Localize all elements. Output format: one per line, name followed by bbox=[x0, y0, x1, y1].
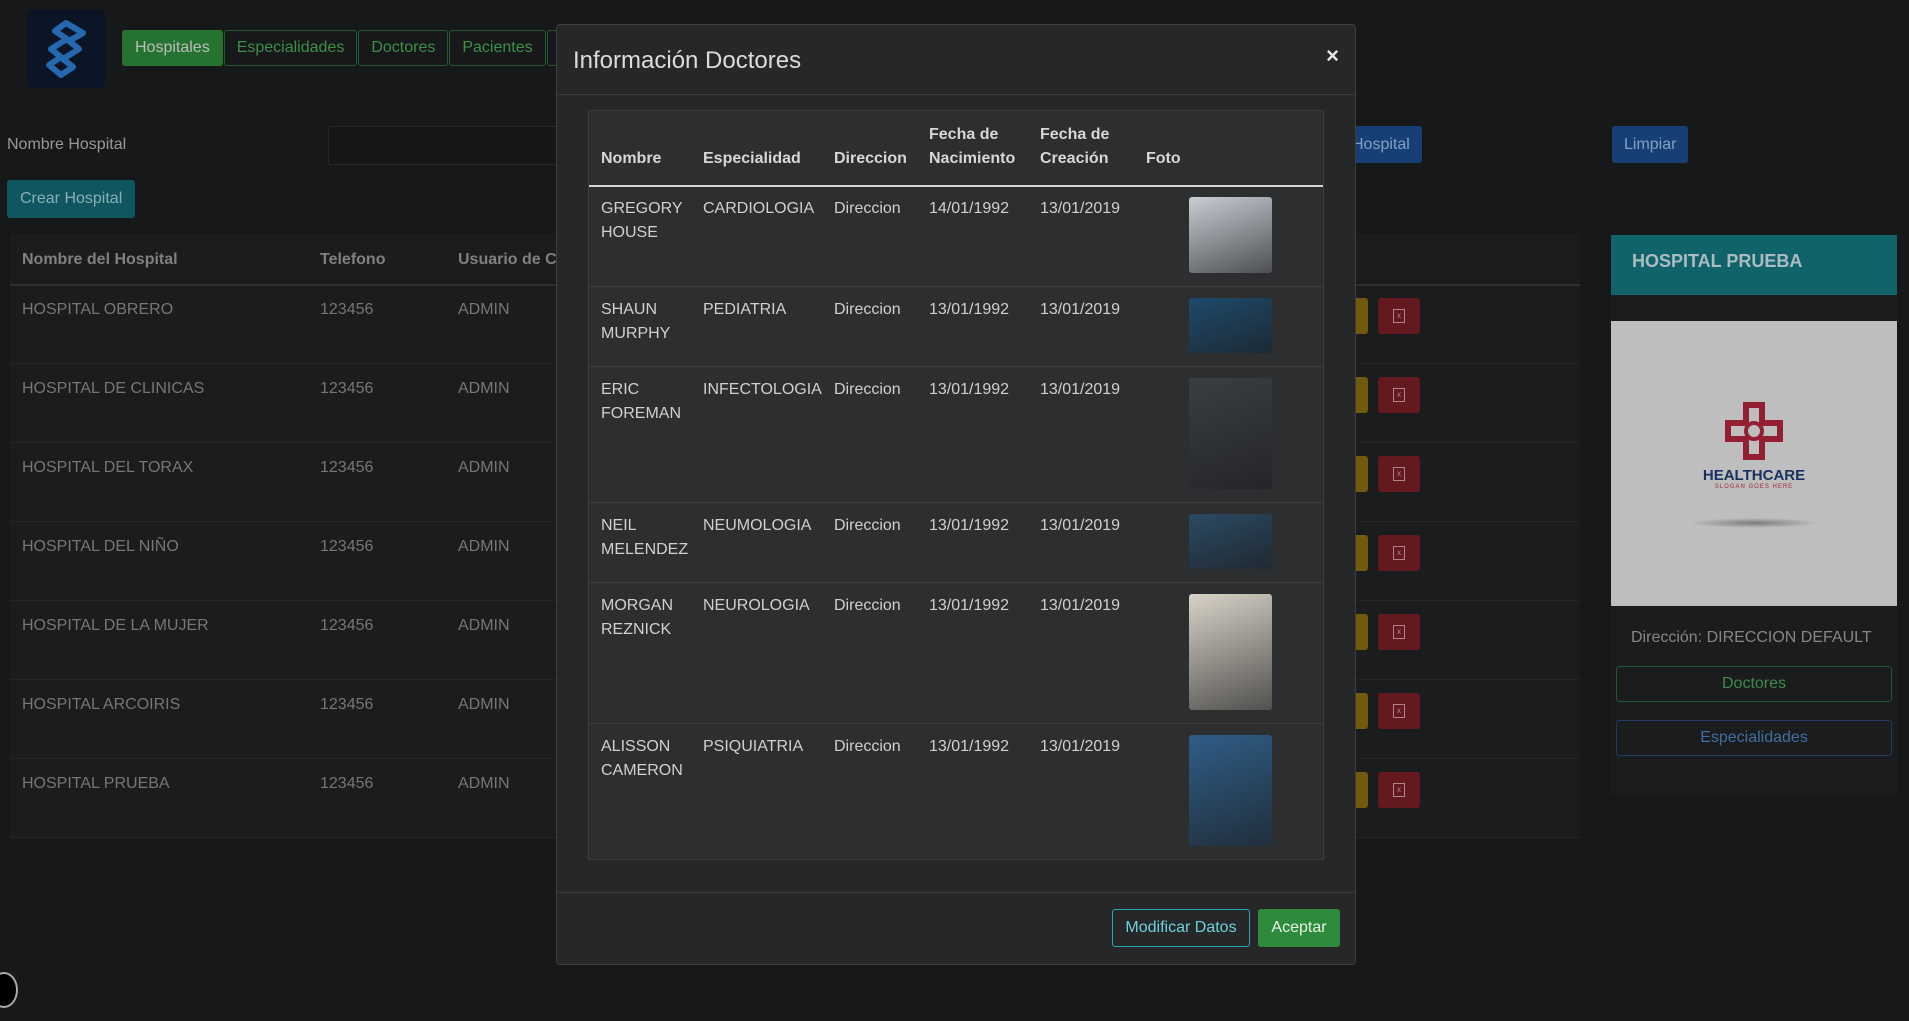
close-icon[interactable]: × bbox=[1326, 43, 1339, 69]
doctor-name-cell: NEIL MELENDEZ bbox=[601, 517, 689, 558]
doctors-table-header: Nombre Especialidad Direccion Fecha de N… bbox=[589, 111, 1323, 187]
doctor-specialty-cell: INFECTOLOGIA bbox=[703, 381, 822, 398]
doctor-row: ERIC FOREMAN INFECTOLOGIA Direccion 13/01/1… bbox=[589, 366, 1323, 503]
doctor-photo bbox=[1189, 197, 1272, 273]
modify-data-button[interactable]: Modificar Datos bbox=[1112, 909, 1250, 947]
doctor-address-cell: Direccion bbox=[834, 738, 901, 755]
doctor-specialty-cell: PEDIATRIA bbox=[703, 301, 787, 318]
doctors-table: Nombre Especialidad Direccion Fecha de N… bbox=[588, 110, 1324, 860]
doctor-birth-cell: 13/01/1992 bbox=[929, 517, 1010, 534]
doctor-created-cell: 13/01/2019 bbox=[1040, 200, 1121, 217]
doctor-address-cell: Direccion bbox=[834, 517, 901, 534]
doctor-created-cell: 13/01/2019 bbox=[1040, 517, 1121, 534]
doctor-row: GREGORY HOUSE CARDIOLOGIA Direccion 14/01/1… bbox=[589, 185, 1323, 287]
doctor-birth-cell: 13/01/1992 bbox=[929, 738, 1010, 755]
doctor-specialty-cell: PSIQUIATRIA bbox=[703, 738, 804, 755]
doctors-info-modal: Información Doctores × Nombre Especialid… bbox=[556, 24, 1356, 965]
doctor-specialty-cell: CARDIOLOGIA bbox=[703, 200, 815, 217]
doctor-photo bbox=[1189, 594, 1272, 710]
doctor-specialty-cell: NEUROLOGIA bbox=[703, 597, 810, 614]
doctor-photo bbox=[1189, 735, 1272, 846]
col-fecha-creacion: Fecha de Creación bbox=[1040, 126, 1110, 167]
doctor-name-cell: ERIC FOREMAN bbox=[601, 381, 681, 422]
doctor-row: NEIL MELENDEZ NEUMOLOGIA Direccion 13/01/19… bbox=[589, 502, 1323, 583]
doctor-row: MORGAN REZNICK NEUROLOGIA Direccion 13/01/1… bbox=[589, 582, 1323, 724]
doctor-birth-cell: 14/01/1992 bbox=[929, 200, 1010, 217]
doctor-name-cell: GREGORY HOUSE bbox=[601, 200, 683, 241]
col-foto: Foto bbox=[1146, 150, 1181, 167]
doctor-created-cell: 13/01/2019 bbox=[1040, 738, 1121, 755]
doctor-birth-cell: 13/01/1992 bbox=[929, 301, 1010, 318]
doctor-address-cell: Direccion bbox=[834, 381, 901, 398]
doctor-name-cell: SHAUN MURPHY bbox=[601, 301, 671, 342]
doctor-address-cell: Direccion bbox=[834, 301, 901, 318]
doctor-name-cell: MORGAN REZNICK bbox=[601, 597, 673, 638]
doctor-birth-cell: 13/01/1992 bbox=[929, 381, 1010, 398]
col-fecha-nacimiento: Fecha de Nacimiento bbox=[929, 126, 1016, 167]
doctor-row: SHAUN MURPHY PEDIATRIA Direccion 13/01/1992… bbox=[589, 286, 1323, 367]
doctor-created-cell: 13/01/2019 bbox=[1040, 381, 1121, 398]
modal-title: Información Doctores bbox=[573, 47, 802, 74]
doctor-created-cell: 13/01/2019 bbox=[1040, 597, 1121, 614]
col-nombre: Nombre bbox=[601, 150, 662, 167]
doctor-address-cell: Direccion bbox=[834, 200, 901, 217]
doctor-name-cell: ALISSON CAMERON bbox=[601, 738, 683, 779]
doctor-row: ALISSON CAMERON PSIQUIATRIA Direccion 13/01… bbox=[589, 723, 1323, 861]
doctor-photo bbox=[1189, 378, 1272, 489]
modal-footer-divider bbox=[557, 892, 1355, 893]
doctor-specialty-cell: NEUMOLOGIA bbox=[703, 517, 812, 534]
accept-button[interactable]: Aceptar bbox=[1258, 909, 1340, 947]
col-especialidad: Especialidad bbox=[703, 150, 801, 167]
doctor-birth-cell: 13/01/1992 bbox=[929, 597, 1010, 614]
doctor-photo bbox=[1189, 514, 1272, 569]
modal-divider bbox=[557, 94, 1355, 95]
doctor-created-cell: 13/01/2019 bbox=[1040, 301, 1121, 318]
doctor-photo bbox=[1189, 298, 1272, 353]
col-direccion: Direccion bbox=[834, 150, 907, 167]
doctor-address-cell: Direccion bbox=[834, 597, 901, 614]
